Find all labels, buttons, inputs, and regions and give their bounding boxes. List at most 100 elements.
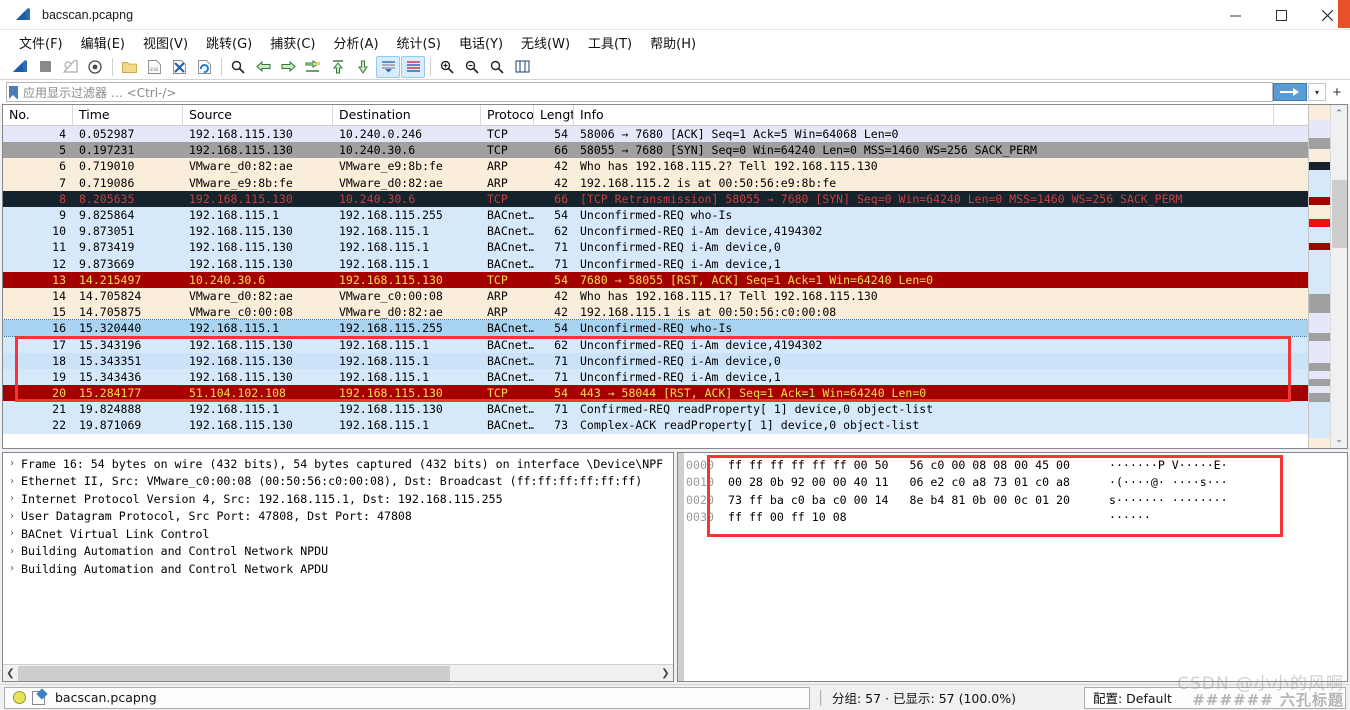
table-row[interactable]: 10 9.873051 192.168.115.130 192.168.115.1 BA… [3, 223, 1308, 240]
hexdump-row[interactable]: 0030 ff ff 00 ff 10 08 ······ [686, 509, 1347, 527]
table-row[interactable]: 22 19.871069 192.168.115.130 192.168.115.1 B… [3, 417, 1308, 434]
menu-analyze[interactable]: 分析(A) [324, 31, 387, 54]
table-row[interactable]: 4 0.052987 192.168.115.130 10.240.0.246 TCP 5… [3, 126, 1308, 143]
packet-list-scrollbar[interactable]: ⌃ ⌄ [1330, 105, 1347, 448]
menu-wireless[interactable]: 无线(W) [512, 31, 579, 54]
packet-details-panel[interactable]: › Frame 16: 54 bytes on wire (432 bits), … [2, 452, 674, 682]
column-header-no[interactable]: No. [3, 105, 73, 125]
column-header-info[interactable]: Info [574, 105, 1274, 125]
minimap-segment[interactable] [1309, 362, 1330, 372]
scroll-down-arrow[interactable]: ⌄ [1331, 431, 1348, 448]
chevron-right-icon[interactable]: › [3, 546, 21, 557]
menu-statistics[interactable]: 统计(S) [388, 31, 450, 54]
go-first-packet-icon[interactable] [326, 56, 350, 78]
detail-tree-item[interactable]: › Building Automation and Control Network… [3, 543, 673, 561]
capture-file-status[interactable]: bacscan.pcapng [4, 686, 810, 709]
menu-goto[interactable]: 跳转(G) [197, 31, 261, 54]
hexdump-row[interactable]: 0000 ff ff ff ff ff ff 00 50 56 c0 00 08 … [686, 456, 1347, 474]
minimap-segment[interactable] [1309, 105, 1330, 120]
table-row[interactable]: 9 9.825864 192.168.115.1 192.168.115.255 BAC… [3, 206, 1308, 224]
packet-list-rows[interactable]: 4 0.052987 192.168.115.130 10.240.0.246 TCP 5… [3, 126, 1308, 448]
display-filter-input[interactable]: 应用显示过滤器 … <Ctrl-/> [6, 82, 1273, 102]
minimap-segment[interactable] [1309, 250, 1330, 295]
restart-capture-icon[interactable] [58, 56, 82, 78]
go-last-packet-icon[interactable] [351, 56, 375, 78]
chevron-right-icon[interactable]: › [3, 511, 21, 522]
minimize-button[interactable] [1212, 0, 1258, 30]
chevron-right-icon[interactable]: › [3, 563, 21, 574]
open-file-icon[interactable] [117, 56, 141, 78]
minimap-segment[interactable] [1309, 313, 1330, 334]
minimap-segment[interactable] [1309, 219, 1330, 228]
menu-view[interactable]: 视图(V) [134, 31, 197, 54]
reload-file-icon[interactable] [192, 56, 216, 78]
capture-options-icon[interactable] [83, 56, 107, 78]
go-forward-icon[interactable] [276, 56, 300, 78]
minimap-segment[interactable] [1309, 294, 1330, 314]
column-header-destination[interactable]: Destination [333, 105, 481, 125]
minimap-segment[interactable] [1309, 227, 1330, 244]
column-header-lengtl[interactable]: Lengtl [534, 105, 574, 125]
minimap-segment[interactable] [1309, 333, 1330, 341]
detail-tree-item[interactable]: › Frame 16: 54 bytes on wire (432 bits), … [3, 455, 673, 473]
stop-capture-icon[interactable] [33, 56, 57, 78]
colorize-icon[interactable] [401, 55, 425, 78]
minimap-segment[interactable] [1309, 196, 1330, 206]
auto-scroll-icon[interactable] [376, 55, 400, 78]
chevron-right-icon[interactable]: › [3, 476, 21, 487]
table-row[interactable]: 11 9.873419 192.168.115.130 192.168.115.1 BA… [3, 239, 1308, 256]
menu-telephony[interactable]: 电话(Y) [450, 31, 512, 54]
filter-dropdown-button[interactable]: ▾ [1308, 83, 1326, 101]
apply-filter-button[interactable] [1273, 83, 1307, 101]
menu-tools[interactable]: 工具(T) [579, 31, 641, 54]
go-back-icon[interactable] [251, 56, 275, 78]
minimap-segment[interactable] [1309, 393, 1330, 402]
chevron-right-icon[interactable]: › [3, 458, 21, 469]
hscroll-thumb[interactable] [18, 665, 450, 681]
table-row[interactable]: 16 15.320440 192.168.115.1 192.168.115.255 B… [3, 319, 1308, 338]
profile-status[interactable]: 配置: Default [1084, 686, 1346, 709]
menu-capture[interactable]: 捕获(C) [261, 31, 324, 54]
chevron-right-icon[interactable]: › [3, 493, 21, 504]
details-hscrollbar[interactable]: ❮ ❯ [3, 664, 673, 681]
minimap-segment[interactable] [1309, 243, 1330, 251]
minimap-segment[interactable] [1309, 162, 1330, 171]
minimap-segment[interactable] [1309, 378, 1330, 387]
maximize-button[interactable] [1258, 0, 1304, 30]
packet-list-header[interactable]: No.TimeSourceDestinationProtocolLengtlIn… [3, 105, 1308, 126]
table-row[interactable]: 13 14.215497 10.240.30.6 192.168.115.130 TCP… [3, 271, 1308, 288]
column-header-protocol[interactable]: Protocol [481, 105, 534, 125]
packet-bytes-panel[interactable]: 0000 ff ff ff ff ff ff 00 50 56 c0 00 08 … [677, 452, 1348, 682]
table-row[interactable]: 8 8.205635 192.168.115.130 10.240.30.6 TCP 66… [3, 190, 1308, 207]
table-row[interactable]: 15 14.705875 VMware_c0:00:08 VMware_d0:82:a… [3, 304, 1308, 321]
table-row[interactable]: 5 0.197231 192.168.115.130 10.240.30.6 TCP 66… [3, 142, 1308, 159]
menu-help[interactable]: 帮助(H) [641, 31, 705, 54]
scroll-track[interactable] [1331, 122, 1348, 431]
hscroll-right-arrow[interactable]: ❯ [658, 668, 673, 679]
detail-tree-item[interactable]: › User Datagram Protocol, Src Port: 47808… [3, 508, 673, 526]
menu-edit[interactable]: 编辑(E) [72, 31, 134, 54]
hexdump-row[interactable]: 0010 00 28 0b 92 00 00 40 11 06 e2 c0 a8 … [686, 474, 1347, 492]
add-filter-button[interactable]: + [1326, 82, 1348, 102]
resize-columns-icon[interactable] [510, 56, 534, 78]
packet-bytes-hexdump[interactable]: 0000 ff ff ff ff ff ff 00 50 56 c0 00 08 … [684, 453, 1347, 681]
minimap-segment[interactable] [1309, 386, 1330, 394]
scroll-thumb[interactable] [1331, 180, 1347, 248]
table-row[interactable]: 12 9.873669 192.168.115.130 192.168.115.1 BA… [3, 255, 1308, 272]
zoom-in-icon[interactable] [435, 56, 459, 78]
minimap-segment[interactable] [1309, 401, 1330, 439]
close-file-icon[interactable] [167, 56, 191, 78]
expert-info-icon[interactable] [13, 691, 26, 704]
column-header-time[interactable]: Time [73, 105, 183, 125]
table-row[interactable]: 19 15.343436 192.168.115.130 192.168.115.1 B… [3, 368, 1308, 385]
capture-comment-icon[interactable] [32, 690, 45, 705]
detail-tree-item[interactable]: › BACnet Virtual Link Control [3, 525, 673, 543]
minimap-segment[interactable] [1309, 371, 1330, 379]
start-capture-icon[interactable] [8, 56, 32, 78]
table-row[interactable]: 21 19.824888 192.168.115.1 192.168.115.130 B… [3, 401, 1308, 418]
packet-details-tree[interactable]: › Frame 16: 54 bytes on wire (432 bits), … [3, 453, 673, 664]
zoom-reset-icon[interactable] [485, 56, 509, 78]
column-header-source[interactable]: Source [183, 105, 333, 125]
hscroll-left-arrow[interactable]: ❮ [3, 668, 18, 679]
minimap-segment[interactable] [1309, 340, 1330, 363]
